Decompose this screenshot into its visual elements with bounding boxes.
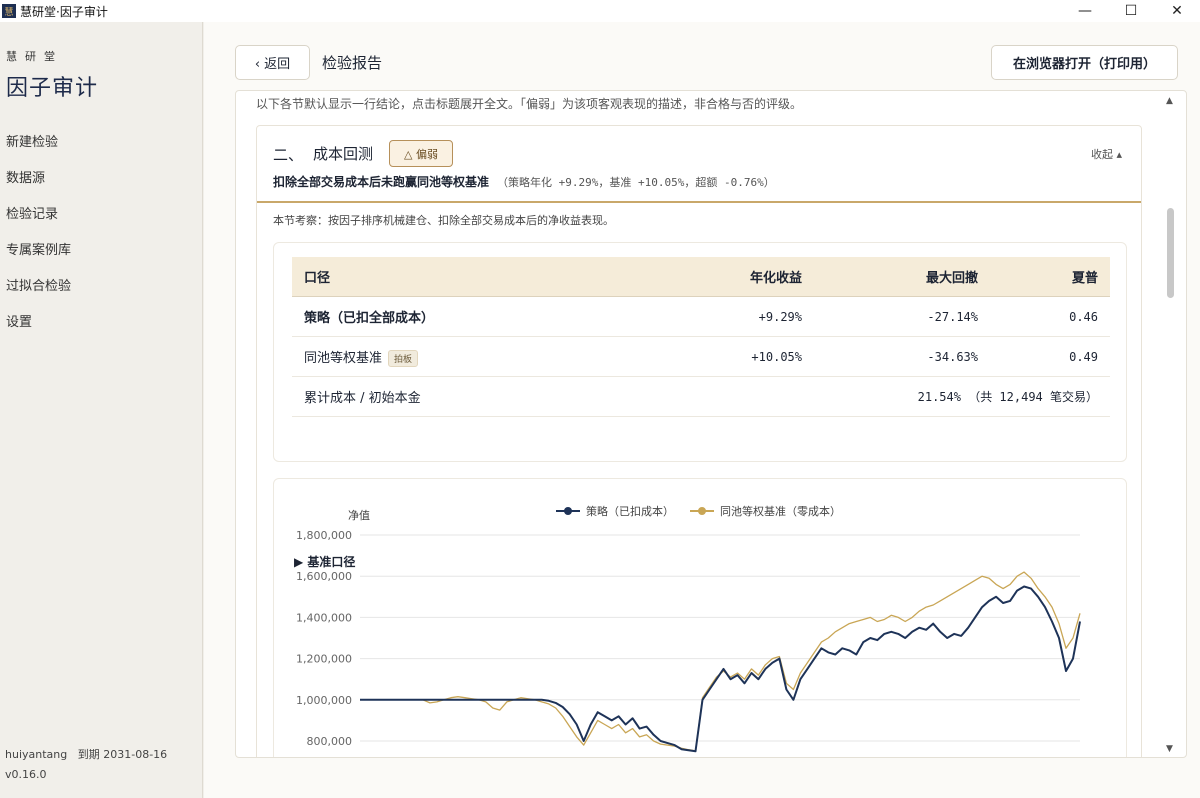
metrics-card: 口径 年化收益 最大回撤 夏普 策略（已扣全部成本） +9.29% -27.14… (273, 242, 1127, 569)
maximize-button[interactable]: ☐ (1108, 0, 1154, 22)
y-tick-label: 1,600,000 (296, 570, 352, 583)
weak-badge: △ 偏弱 (389, 140, 453, 167)
row-name: 同池等权基准 (304, 350, 383, 366)
legend-label-1: 同池等权基准（零成本） (720, 504, 841, 518)
col-header-drawdown: 最大回撤 (925, 271, 978, 286)
benchmark-tag: 拍板 (388, 349, 419, 367)
collapse-toggle[interactable]: 收起 ▴ (1091, 146, 1122, 162)
y-tick-label: 1,000,000 (296, 694, 352, 707)
legend-marker-1 (698, 507, 706, 515)
cost-value: 21.54% （共 12,494 笔交易） (917, 390, 1098, 404)
summary-numbers: （策略年化 +9.29%，基准 +10.05%，超额 -0.76%） (497, 176, 775, 189)
row-annual: +10.05% (751, 349, 802, 364)
scrollbar-thumb[interactable] (1167, 208, 1174, 298)
minimize-button[interactable]: — (1062, 0, 1108, 22)
window-title: 慧研堂·因子审计 (20, 4, 108, 19)
series-line-0 (360, 585, 1081, 753)
sidebar-item-data-source[interactable]: 数据源 (6, 168, 71, 204)
col-header-sharpe: 夏普 (1071, 271, 1098, 286)
row-annual: +9.29% (758, 309, 802, 324)
legend-label-0: 策略（已扣成本） (586, 504, 674, 518)
section-number: 二、 (273, 146, 304, 164)
brand-subtitle: 慧研堂 (6, 50, 63, 63)
cost-row: 累计成本 / 初始本金 21.54% （共 12,494 笔交易） (292, 377, 1110, 417)
section-title[interactable]: 成本回测 (313, 143, 373, 164)
col-header-annual: 年化收益 (749, 271, 802, 286)
row-drawdown: -34.63% (927, 349, 978, 364)
table-row: 同池等权基准 拍板 +10.05% -34.63% 0.49 (292, 337, 1110, 377)
app-version: v0.16.0 (5, 768, 47, 781)
scroll-down-icon[interactable]: ▼ (1166, 744, 1173, 754)
y-tick-label: 1,200,000 (296, 653, 352, 666)
series-line-1 (360, 571, 1081, 752)
report-intro: 以下各节默认显示一行结论，点击标题展开全文。「偏弱」为该项客观表现的描述，非合格… (256, 97, 803, 111)
row-name-cell: 同池等权基准 拍板 (292, 347, 592, 367)
section-description: 本节考察：按因子排序机械建仓、扣除全部交易成本后的净收益表现。 (273, 214, 614, 227)
scrollbar[interactable]: ▲ ▼ (1164, 96, 1178, 756)
metrics-table: 口径 年化收益 最大回撤 夏普 策略（已扣全部成本） +9.29% -27.14… (292, 257, 1110, 417)
sidebar-nav: 新建检验 数据源 检验记录 专属案例库 过拟合检验 设置 (6, 132, 71, 348)
nav-chart-card: 净值 1,800,000 1,600,000 1,400,000 1,200,000 1,… (273, 478, 1127, 757)
user-info: huiyantang 到期 2031-08-16 (5, 746, 167, 762)
window-titlebar: 慧 慧研堂·因子审计 — ☐ ✕ (0, 0, 1200, 22)
row-sharpe: 0.46 (1069, 309, 1098, 324)
y-axis-label: 净值 (348, 508, 370, 522)
app-logo-icon: 慧 (2, 4, 16, 18)
sidebar: 慧研堂 因子审计 新建检验 数据源 检验记录 专属案例库 过拟合检验 设置 hu… (0, 22, 203, 798)
sidebar-item-history[interactable]: 检验记录 (6, 204, 71, 240)
section-header[interactable]: 二、 成本回测 △ 偏弱 收起 ▴ 扣除全部交易成本后未跑赢同池等权基准 （策略年… (257, 126, 1141, 203)
cost-label: 累计成本 / 初始本金 (304, 391, 421, 406)
y-tick-label: 1,400,000 (296, 611, 352, 624)
sidebar-item-settings[interactable]: 设置 (6, 312, 71, 348)
table-row: 策略（已扣全部成本） +9.29% -27.14% 0.46 (292, 297, 1110, 337)
y-tick-label: 800,000 (307, 735, 353, 748)
sidebar-item-overfit-test[interactable]: 过拟合检验 (6, 276, 71, 312)
table-header-row: 口径 年化收益 最大回撤 夏普 (292, 257, 1110, 297)
sidebar-item-case-library[interactable]: 专属案例库 (6, 240, 71, 276)
brand-title: 因子审计 (6, 76, 99, 101)
back-button[interactable]: ‹ 返回 (235, 45, 310, 80)
scroll-up-icon[interactable]: ▲ (1166, 96, 1173, 106)
sidebar-item-new-test[interactable]: 新建检验 (6, 132, 71, 168)
row-drawdown: -27.14% (927, 309, 978, 324)
nav-chart: 净值 1,800,000 1,600,000 1,400,000 1,200,000 1,… (296, 504, 1081, 753)
close-button[interactable]: ✕ (1154, 0, 1200, 22)
y-tick-label: 1,800,000 (296, 529, 352, 542)
username: huiyantang (5, 748, 68, 761)
section-summary: 扣除全部交易成本后未跑赢同池等权基准 （策略年化 +9.29%，基准 +10.05… (273, 173, 775, 190)
legend-marker-0 (564, 507, 572, 515)
row-name: 策略（已扣全部成本） (304, 311, 435, 326)
col-header-basis: 口径 (304, 271, 331, 286)
main-panel: ‹ 返回 检验报告 在浏览器打开（打印用） 以下各节默认显示一行结论，点击标题展… (204, 22, 1200, 798)
summary-conclusion: 扣除全部交易成本后未跑赢同池等权基准 (273, 175, 490, 189)
section-cost-backtest: 二、 成本回测 △ 偏弱 收起 ▴ 扣除全部交易成本后未跑赢同池等权基准 （策略年… (256, 125, 1142, 757)
row-sharpe: 0.49 (1069, 349, 1098, 364)
open-in-browser-button[interactable]: 在浏览器打开（打印用） (991, 45, 1178, 80)
page-title: 检验报告 (322, 54, 383, 72)
report-content[interactable]: 以下各节默认显示一行结论，点击标题展开全文。「偏弱」为该项客观表现的描述，非合格… (235, 90, 1187, 758)
license-expiry: 到期 2031-08-16 (77, 748, 168, 761)
